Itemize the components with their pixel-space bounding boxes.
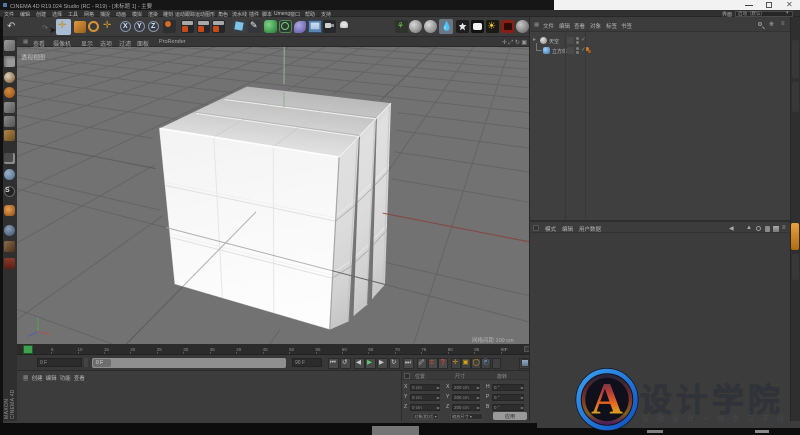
svg-text:A: A [591,374,623,423]
svg-text:透视视图: 透视视图 [21,53,45,61]
svg-text:网格间距 100 cm: 网格间距 100 cm [472,336,514,344]
